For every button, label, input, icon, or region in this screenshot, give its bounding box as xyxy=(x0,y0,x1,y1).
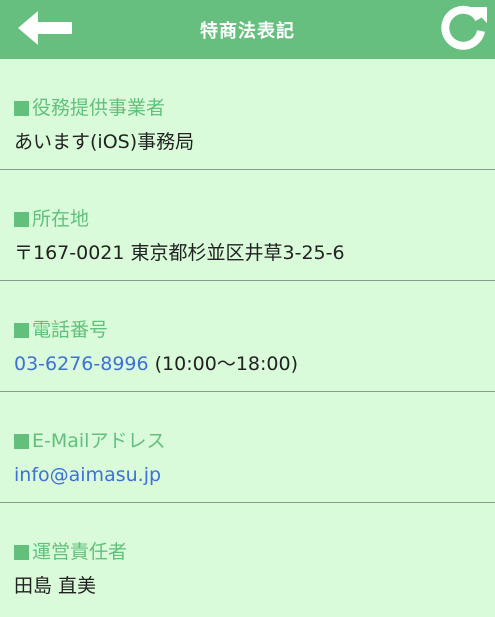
section-phone: 電話番号 03-6276-8996 (10:00〜18:00) xyxy=(0,281,495,392)
square-bullet-icon xyxy=(14,100,29,116)
provider-name: あいます(iOS)事務局 xyxy=(14,131,195,153)
info-list: 役務提供事業者 あいます(iOS)事務局 所在地 〒167-0021 東京都杉並… xyxy=(0,59,495,614)
email-row: info@aimasu.jp xyxy=(14,463,495,487)
section-address: 所在地 〒167-0021 東京都杉並区井草3-25-6 xyxy=(0,170,495,281)
section-provider: 役務提供事業者 あいます(iOS)事務局 xyxy=(0,59,495,170)
square-bullet-icon xyxy=(14,211,29,227)
section-label: 役務提供事業者 xyxy=(14,96,495,120)
email-link[interactable]: info@aimasu.jp xyxy=(14,464,161,486)
manager-name: 田島 直美 xyxy=(14,575,97,597)
section-manager: 運営責任者 田島 直美 xyxy=(0,503,495,614)
phone-link[interactable]: 03-6276-8996 xyxy=(14,353,149,375)
square-bullet-icon xyxy=(14,322,29,338)
arrow-left-icon xyxy=(18,11,72,45)
refresh-button[interactable] xyxy=(435,2,491,56)
address-text: 〒167-0021 東京都杉並区井草3-25-6 xyxy=(14,242,345,264)
section-email: E-Mailアドレス info@aimasu.jp xyxy=(0,392,495,503)
section-label: E-Mailアドレス xyxy=(14,429,495,453)
header-bar: 特商法表記 xyxy=(0,0,495,59)
back-button[interactable] xyxy=(12,5,78,51)
section-label: 運営責任者 xyxy=(14,540,495,564)
phone-hours: (10:00〜18:00) xyxy=(148,353,298,375)
square-bullet-icon xyxy=(14,433,29,449)
square-bullet-icon xyxy=(14,544,29,560)
section-label: 電話番号 xyxy=(14,318,495,342)
phone-row: 03-6276-8996 (10:00〜18:00) xyxy=(14,352,495,376)
refresh-icon xyxy=(441,5,487,50)
page-title: 特商法表記 xyxy=(200,20,295,42)
section-label: 所在地 xyxy=(14,207,495,231)
